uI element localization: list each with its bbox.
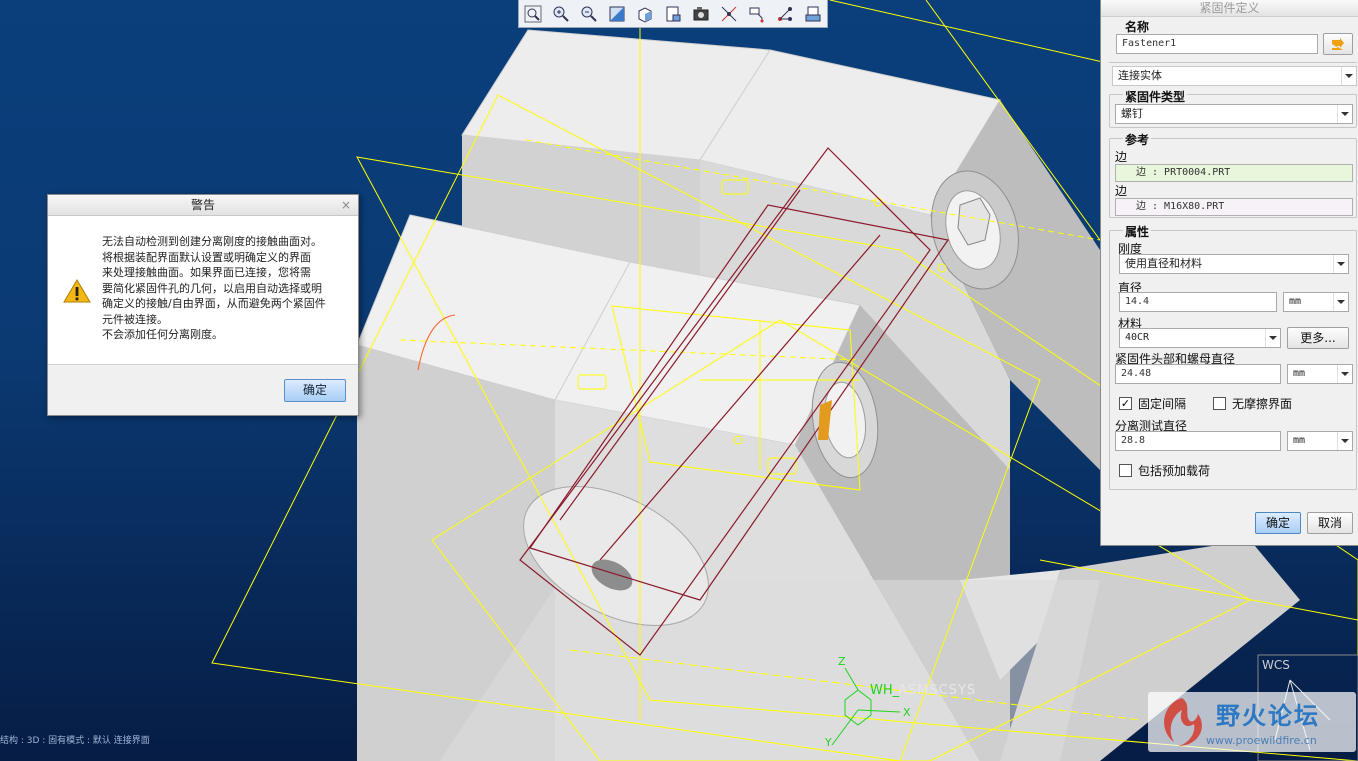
warning-icon bbox=[63, 279, 91, 303]
chevron-down-icon bbox=[1265, 329, 1280, 347]
fastener-type-label: 紧固件类型 bbox=[1123, 88, 1188, 105]
fastener-type-value: 螺钉 bbox=[1121, 107, 1143, 120]
display-style-button[interactable] bbox=[634, 3, 656, 25]
more-button[interactable]: 更多... bbox=[1287, 327, 1349, 349]
watermark-url: www.proewildfire.cn bbox=[1206, 734, 1317, 747]
view-manager-icon bbox=[693, 6, 709, 20]
close-icon[interactable]: × bbox=[341, 195, 351, 215]
head-nut-unit-value: mm bbox=[1293, 368, 1306, 379]
saved-views-icon bbox=[666, 6, 681, 21]
annotation-display-button[interactable] bbox=[746, 3, 768, 25]
warning-dialog-title-bar: 警告 × bbox=[48, 195, 358, 216]
csys-axis-z: Z bbox=[838, 655, 846, 668]
datum-display-icon bbox=[721, 6, 737, 21]
warning-ok-button[interactable]: 确定 bbox=[284, 379, 346, 402]
csys-axis-y: Y bbox=[825, 736, 832, 749]
panel-title: 紧固件定义 bbox=[1101, 0, 1358, 17]
fixed-gap-label: 固定间隔 bbox=[1138, 397, 1187, 411]
reference-2-collector[interactable]: 边 : M16X80.PRT bbox=[1115, 198, 1353, 216]
zoom-in-button[interactable] bbox=[550, 3, 572, 25]
reference-2-label: 边 bbox=[1115, 184, 1128, 198]
warning-dialog-title: 警告 bbox=[190, 198, 215, 212]
chevron-down-icon bbox=[1337, 105, 1352, 123]
repaint-icon bbox=[609, 6, 625, 21]
appearance-button[interactable] bbox=[802, 3, 824, 25]
watermark: 野火论坛 www.proewildfire.cn bbox=[1148, 692, 1356, 752]
reference-1-collector[interactable]: 边 : PRT0004.PRT bbox=[1115, 164, 1353, 182]
zoom-out-icon bbox=[581, 6, 597, 22]
separation-test-diameter-field[interactable]: 28.8 bbox=[1115, 431, 1281, 451]
frictionless-checkbox[interactable] bbox=[1213, 397, 1226, 410]
fastener-definition-panel: 紧固件定义 名称 Fastener1 连接实体 紧固件类型 螺钉 参考 边 边 … bbox=[1100, 0, 1358, 546]
separation-test-unit-value: mm bbox=[1293, 435, 1306, 446]
connection-type-value: 连接实体 bbox=[1118, 69, 1162, 82]
references-label: 参考 bbox=[1123, 131, 1152, 148]
diameter-field[interactable]: 14.4 bbox=[1119, 292, 1277, 312]
separation-test-unit-select[interactable]: mm bbox=[1287, 431, 1353, 451]
properties-label: 属性 bbox=[1123, 223, 1152, 240]
warning-message: 无法自动检测到创建分离刚度的接触曲面对。 将根据装配界面默认设置或明确定义的界面… bbox=[102, 234, 354, 343]
warning-message-line: 要简化紧固件孔的几何，以启用自动选择或明 bbox=[102, 281, 322, 295]
zoom-out-button[interactable] bbox=[578, 3, 600, 25]
chevron-down-icon bbox=[1337, 365, 1352, 383]
material-value: 40CR bbox=[1125, 332, 1150, 343]
view-toolbar bbox=[518, 0, 828, 28]
watermark-title: 野火论坛 bbox=[1216, 702, 1320, 730]
connection-type-select[interactable]: 连接实体 bbox=[1112, 66, 1357, 86]
csys-axis-x: X bbox=[903, 706, 911, 719]
warning-message-line: 无法自动检测到创建分离刚度的接触曲面对。 bbox=[102, 235, 322, 248]
reference-1-label: 边 bbox=[1115, 150, 1128, 164]
separator bbox=[1109, 62, 1357, 63]
warning-message-line: 将根据装配界面默认设置或明确定义的界面 bbox=[102, 250, 311, 264]
head-nut-diameter-field[interactable]: 24.48 bbox=[1115, 364, 1281, 384]
zoom-refit-icon bbox=[524, 5, 542, 22]
saved-views-button[interactable] bbox=[662, 3, 684, 25]
annotation-display-icon bbox=[749, 7, 764, 22]
frictionless-label: 无摩擦界面 bbox=[1232, 397, 1293, 411]
spin-center-button[interactable] bbox=[774, 3, 796, 25]
display-style-icon bbox=[638, 6, 652, 23]
chevron-down-icon bbox=[1333, 293, 1348, 311]
csys-label: ASMSCSYS bbox=[898, 683, 977, 698]
repaint-button[interactable] bbox=[606, 3, 628, 25]
head-nut-unit-select[interactable]: mm bbox=[1287, 364, 1353, 384]
warning-message-line: 元件被连接。 bbox=[102, 312, 168, 326]
select-parameter-button[interactable] bbox=[1323, 33, 1353, 55]
warning-message-line: 不会添加任何分离刚度。 bbox=[102, 328, 223, 341]
diameter-unit-select[interactable]: mm bbox=[1283, 292, 1349, 312]
fastener-type-select[interactable]: 螺钉 bbox=[1115, 104, 1353, 124]
warning-message-line: 确定义的接触/自由界面，从而避免两个紧固件 bbox=[102, 297, 326, 310]
include-preload-label: 包括预加载荷 bbox=[1138, 464, 1211, 478]
spin-center-icon bbox=[778, 6, 792, 21]
warning-dialog-body: 无法自动检测到创建分离刚度的接触曲面对。 将根据装配界面默认设置或明确定义的界面… bbox=[48, 216, 358, 365]
chevron-down-icon bbox=[1341, 67, 1356, 85]
name-field[interactable]: Fastener1 bbox=[1116, 34, 1318, 54]
warning-message-line: 来处理接触曲面。如果界面已连接，您将需 bbox=[102, 266, 311, 279]
panel-ok-button[interactable]: 确定 bbox=[1255, 512, 1301, 534]
material-select[interactable]: 40CR bbox=[1119, 328, 1281, 348]
warning-dialog: 警告 × 无法自动检测到创建分离刚度的接触曲面对。 将根据装配界面默认设置或明确… bbox=[47, 194, 359, 416]
diameter-unit-value: mm bbox=[1289, 296, 1302, 307]
wcs-label: WCS bbox=[1262, 658, 1290, 672]
arrow-icon bbox=[1332, 38, 1344, 50]
chevron-down-icon bbox=[1333, 255, 1348, 273]
stiffness-select[interactable]: 使用直径和材料 bbox=[1119, 254, 1349, 274]
appearance-icon bbox=[805, 6, 821, 21]
name-label: 名称 bbox=[1125, 20, 1150, 34]
datum-display-button[interactable] bbox=[718, 3, 740, 25]
panel-cancel-button[interactable]: 取消 bbox=[1307, 512, 1353, 534]
chevron-down-icon bbox=[1337, 432, 1352, 450]
fixed-gap-checkbox[interactable]: ✓ bbox=[1119, 397, 1132, 410]
csys-prefix: WH_ bbox=[870, 683, 900, 698]
status-bar: 结构 : 3D : 固有模式 : 默认 连接界面 bbox=[0, 736, 150, 746]
watermark-logo-icon bbox=[1164, 698, 1202, 746]
view-manager-button[interactable] bbox=[690, 3, 712, 25]
zoom-refit-button[interactable] bbox=[522, 3, 544, 25]
zoom-in-icon bbox=[553, 6, 569, 22]
stiffness-value: 使用直径和材料 bbox=[1125, 257, 1202, 270]
include-preload-checkbox[interactable] bbox=[1119, 464, 1132, 477]
